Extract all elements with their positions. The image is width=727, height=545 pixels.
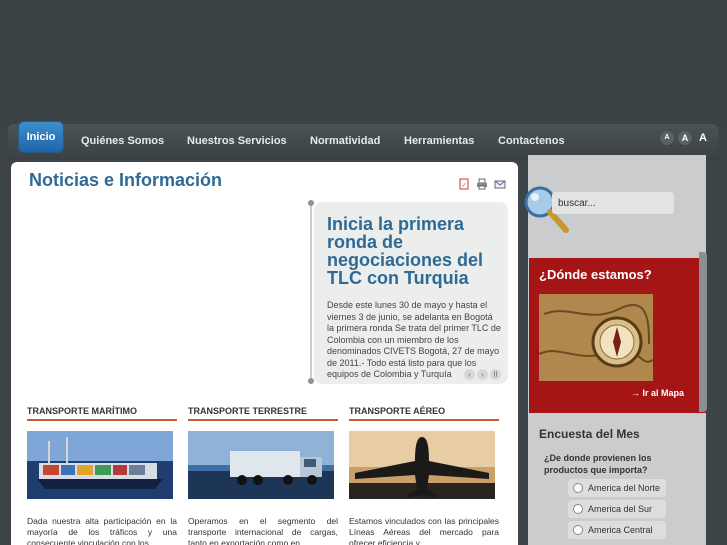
- nav-item-contactenos[interactable]: Contactenos: [498, 130, 565, 152]
- search-input[interactable]: [558, 195, 668, 211]
- font-size-small-button[interactable]: A: [660, 131, 674, 145]
- slide-next-button[interactable]: ›: [477, 369, 488, 380]
- slider-divider-bottom-dot: [308, 378, 314, 384]
- font-size-medium-button[interactable]: A: [678, 131, 692, 145]
- radio-button[interactable]: [573, 525, 583, 535]
- poll-option[interactable]: America del Sur: [568, 500, 666, 518]
- slide-text: Desde este lunes 30 de mayo y hasta el v…: [327, 300, 501, 379]
- email-icon[interactable]: [494, 178, 506, 190]
- radio-button[interactable]: [573, 483, 583, 493]
- section-maritimo: TRANSPORTE MARÍTIMO Dada nuestra alta pa…: [27, 406, 177, 545]
- news-slide[interactable]: Inicia la primera ronda de negociaciones…: [314, 202, 508, 384]
- slide-prev-button[interactable]: ‹: [464, 369, 475, 380]
- nav-item-nuestros-servicios[interactable]: Nuestros Servicios: [187, 130, 287, 152]
- poll-option-label: America del Sur: [588, 504, 653, 514]
- nav-item-herramientas[interactable]: Herramientas: [404, 130, 474, 152]
- section-aereo: TRANSPORTE AÉREO Estamos vinculados con …: [349, 406, 499, 545]
- font-size-large-button[interactable]: A: [696, 131, 710, 145]
- location-panel: ¿Dónde estamos? → Ir al Mapa: [529, 258, 706, 413]
- poll-option[interactable]: America Central: [568, 521, 666, 539]
- section-text: Operamos en el segmento del transporte i…: [188, 516, 338, 545]
- poll-option[interactable]: America del Norte: [568, 479, 666, 497]
- section-title[interactable]: TRANSPORTE MARÍTIMO: [27, 406, 177, 421]
- section-text: Estamos vinculados con las principales L…: [349, 516, 499, 545]
- airplane-image[interactable]: [349, 431, 495, 499]
- section-text: Dada nuestra alta participación en la ma…: [27, 516, 177, 545]
- ship-image[interactable]: [27, 431, 173, 499]
- poll-question: ¿De donde provienen los productos que im…: [544, 453, 652, 475]
- slider-divider-top-dot: [308, 200, 314, 206]
- truck-image[interactable]: [188, 431, 334, 499]
- pdf-icon[interactable]: ✓: [458, 178, 470, 190]
- section-title[interactable]: TRANSPORTE TERRESTRE: [188, 406, 338, 421]
- compass-map-image[interactable]: [539, 294, 653, 381]
- header-band: [0, 0, 727, 126]
- slide-title[interactable]: Inicia la primera ronda de negociaciones…: [327, 215, 503, 287]
- radio-button[interactable]: [573, 504, 583, 514]
- poll-option-label: America del Norte: [588, 483, 661, 493]
- poll-option-label: America Central: [588, 525, 653, 535]
- slider-divider: [310, 202, 312, 384]
- slide-pause-button[interactable]: II: [490, 369, 501, 380]
- section-title[interactable]: TRANSPORTE AÉREO: [349, 406, 499, 421]
- print-icon[interactable]: [476, 178, 488, 190]
- poll-title: Encuesta del Mes: [539, 427, 640, 441]
- page-title: Noticias e Información: [29, 170, 223, 190]
- map-link[interactable]: → Ir al Mapa: [631, 388, 684, 398]
- nav-item-quienes-somos[interactable]: Quiénes Somos: [81, 130, 164, 152]
- nav-item-normatividad[interactable]: Normatividad: [310, 130, 380, 152]
- main-content: Noticias e Información ✓ Inicia la prime…: [11, 162, 518, 545]
- sidebar-edge: [699, 252, 707, 412]
- search-box: [552, 192, 674, 214]
- location-title: ¿Dónde estamos?: [539, 267, 652, 282]
- svg-text:✓: ✓: [461, 183, 466, 189]
- sidebar: ¿Dónde estamos? → Ir al Mapa Encuesta de…: [524, 155, 706, 545]
- nav-item-inicio[interactable]: Inicio: [19, 122, 63, 152]
- section-terrestre: TRANSPORTE TERRESTRE Operamos en el segm…: [188, 406, 338, 545]
